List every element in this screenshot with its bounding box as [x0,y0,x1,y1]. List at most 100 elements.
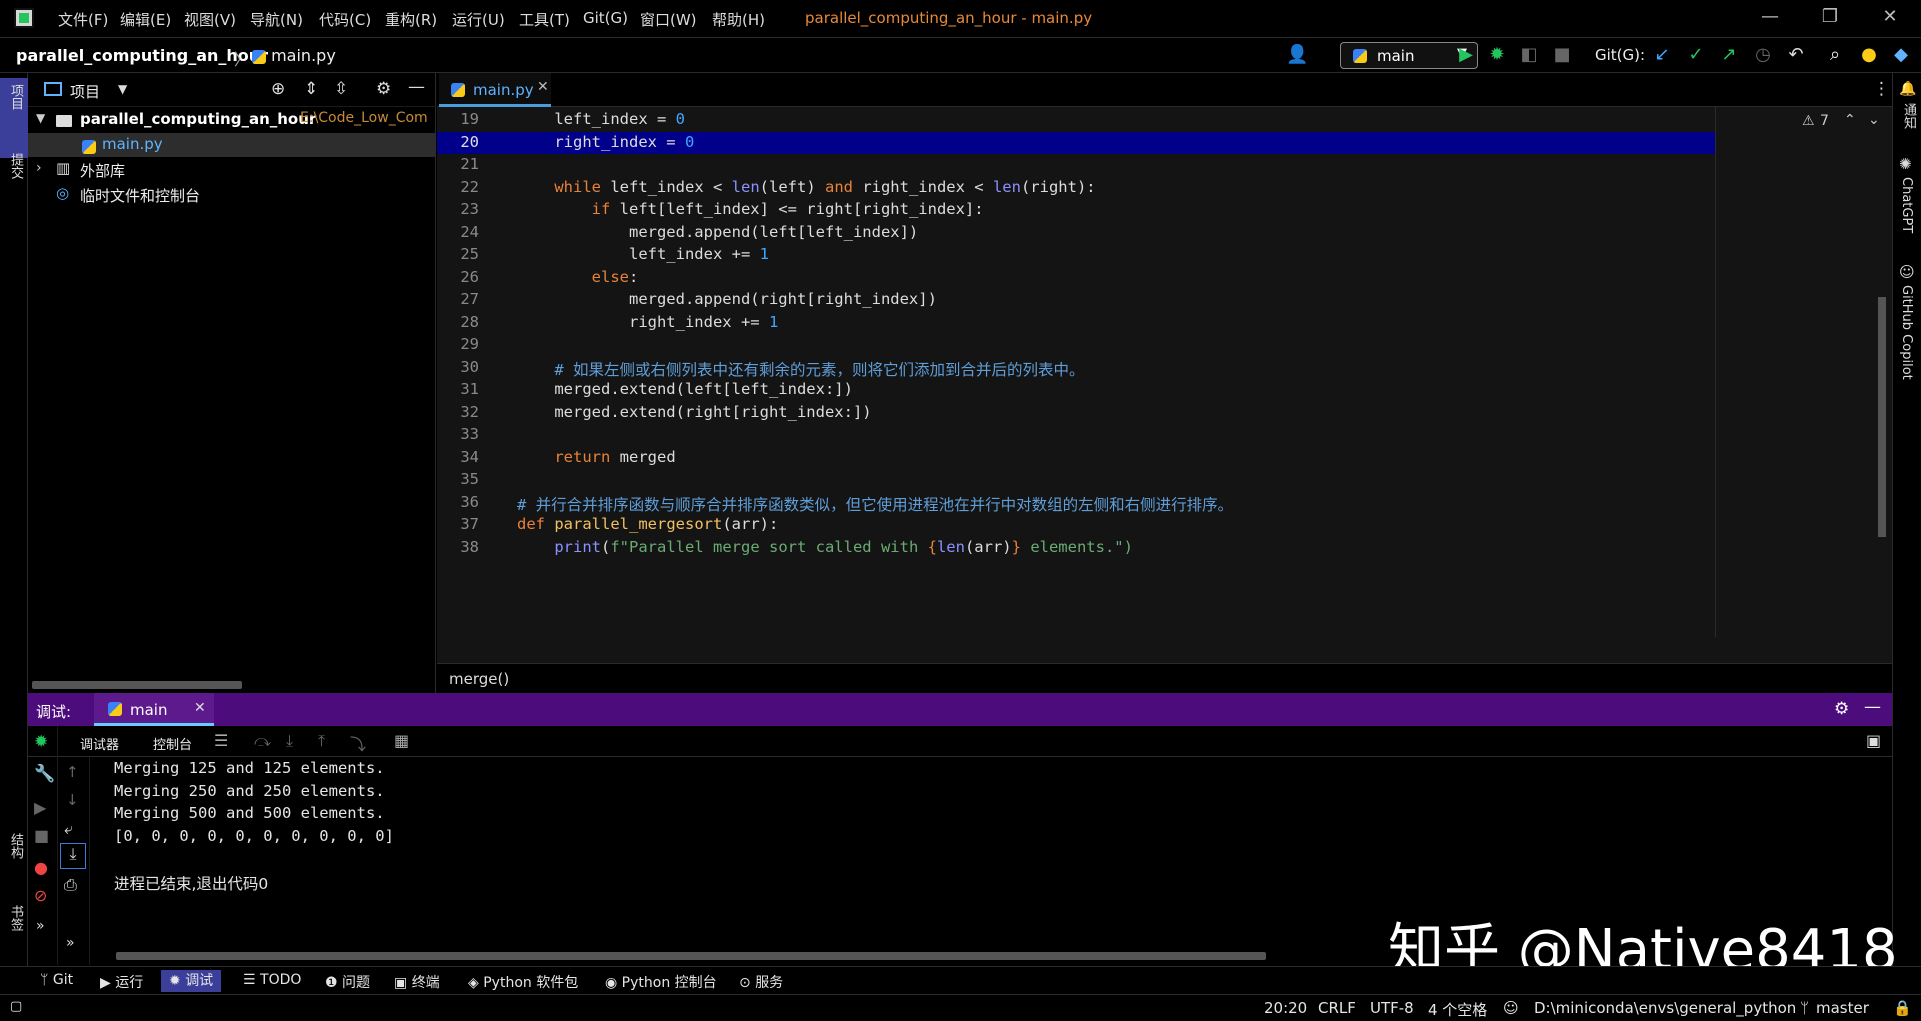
git-update-icon[interactable]: ↙ [1651,44,1673,66]
tab-console[interactable]: 控制台 [153,734,192,753]
line-number[interactable]: 34 [437,448,479,466]
status-indent[interactable]: 4 个空格 [1428,999,1487,1020]
copilot-status-icon[interactable]: ☺ [1503,999,1519,1017]
tool-debug[interactable]: ✹ 调试 [161,970,222,992]
code-text[interactable]: def parallel_mergesort(arr): [517,515,778,533]
chevron-down-icon[interactable]: ▼ [118,82,127,96]
tool-problems[interactable]: ❶ 问题 [325,972,370,992]
code-text[interactable]: # 如果左侧或右侧列表中还有剩余的元素，则将它们添加到合并后的列表中。 [517,358,1084,380]
code-line[interactable]: 26 else: [437,267,1715,290]
user-icon[interactable]: 👤 [1286,44,1308,66]
evaluate-icon[interactable]: ▦ [394,731,409,750]
history-icon[interactable]: ◷ [1752,44,1774,66]
minimize-icon[interactable]: — [1755,6,1785,27]
tool-todo[interactable]: ☰ TODO [243,972,301,988]
project-scrollbar[interactable] [32,681,242,689]
toggle-panels-icon[interactable]: ▢ [10,999,22,1014]
menu-window[interactable]: 窗口(W) [640,9,697,30]
hide-panel-icon[interactable]: — [408,77,425,97]
editor-breadcrumb[interactable]: merge() [437,663,1892,693]
menu-icon[interactable]: ☰ [214,731,228,750]
code-text[interactable]: right_index += 1 [517,313,778,331]
code-text[interactable]: merged.append(left[left_index]) [517,223,918,241]
status-branch[interactable]: master [1816,999,1869,1017]
code-line[interactable]: 24 merged.append(left[left_index]) [437,222,1715,245]
project-tool-button[interactable]: 项目 [0,78,28,158]
status-line-separator[interactable]: CRLF [1318,999,1356,1017]
tool-services[interactable]: ⊙ 服务 [739,972,783,992]
tree-item-scratches[interactable]: ◎ 临时文件和控制台 [28,183,436,207]
tool-terminal[interactable]: ▣ 终端 [394,972,440,992]
code-line[interactable]: 19 left_index = 0 [437,109,1715,132]
tab-debugger[interactable]: 调试器 [80,734,119,753]
menu-refactor[interactable]: 重构(R) [385,9,437,30]
tab-main-py[interactable]: main.py ✕ [439,73,551,107]
tree-item-external-libs[interactable]: › ▥ 外部库 [28,158,436,182]
line-number[interactable]: 32 [437,403,479,421]
line-number[interactable]: 38 [437,538,479,556]
code-line[interactable]: 21 [437,154,1715,177]
status-position[interactable]: 20:20 [1264,999,1307,1017]
chevron-down-icon[interactable]: ▼ [36,111,45,125]
plugin-icon[interactable]: ◆ [1890,44,1912,66]
debug-session-tab[interactable]: main ✕ [94,693,214,726]
code-text[interactable]: if left[left_index] <= right[right_index… [517,200,984,218]
breadcrumb-project[interactable]: parallel_computing_an_hour [16,46,268,65]
menu-tools[interactable]: 工具(T) [519,9,570,30]
code-line[interactable]: 20 right_index = 0 [437,131,1715,154]
code-line[interactable]: 38 print(f"Parallel merge sort called wi… [437,537,1715,560]
more-options-icon[interactable]: ⋮ [1873,79,1890,99]
chatgpt-tool-button[interactable]: ChatGPT [1899,177,1914,233]
line-number[interactable]: 37 [437,515,479,533]
coverage-icon[interactable]: ◧ [1518,44,1540,66]
menu-help[interactable]: 帮助(H) [712,9,765,30]
line-number[interactable]: 31 [437,380,479,398]
code-text[interactable]: merged.extend(right[right_index:]) [517,403,871,421]
chevron-right-icon[interactable]: › [36,160,42,176]
code-area[interactable]: 19 left_index = 0 20 right_index = 0 21 22 … [437,107,1715,663]
code-line[interactable]: 32 merged.extend(right[right_index:]) [437,402,1715,425]
console-scrollbar[interactable] [116,952,1266,960]
code-text[interactable]: left_index = 0 [517,110,685,128]
rerun-debug-icon[interactable]: ✹ [34,732,48,752]
code-line[interactable]: 27 merged.append(right[right_index]) [437,289,1715,312]
stop-icon[interactable]: ■ [1551,44,1573,66]
code-line[interactable]: 36 # 并行合并排序函数与顺序合并排序函数类似，但它使用进程池在并行中对数组的左… [437,492,1715,515]
run-to-cursor-icon[interactable]: ⤵ [350,731,366,755]
line-number[interactable]: 35 [437,470,479,488]
gear-icon[interactable]: ⚙ [376,79,391,99]
tool-python-packages[interactable]: ◈ Python 软件包 [468,972,578,992]
tool-python-console[interactable]: ◉ Python 控制台 [605,972,717,992]
tool-git[interactable]: ᛘ Git [40,972,73,988]
line-number[interactable]: 21 [437,155,479,173]
breadcrumb-file[interactable]: main.py [252,46,336,65]
close-tab-icon[interactable]: ✕ [194,700,206,716]
editor-scrollbar[interactable] [1878,297,1886,537]
code-text[interactable]: left_index += 1 [517,245,769,263]
line-number[interactable]: 26 [437,268,479,286]
project-panel-title[interactable]: 项目 [70,81,100,102]
tree-item-main-py[interactable]: main.py [28,133,436,157]
code-text[interactable]: merged.append(right[right_index]) [517,290,937,308]
step-into-icon[interactable]: ⤓ [286,731,293,751]
code-line[interactable]: 28 right_index += 1 [437,312,1715,335]
expand-all-icon[interactable]: ⇕ [304,79,318,99]
update-icon[interactable]: ● [1858,44,1880,66]
notifications-tool-button[interactable]: 通知 [1899,103,1918,129]
run-icon[interactable]: ▶ [1455,44,1477,66]
gear-icon[interactable]: ⚙ [1834,699,1849,719]
line-number[interactable]: 20 [437,133,479,151]
menu-code[interactable]: 代码(C) [319,9,371,30]
menu-view[interactable]: 视图(V) [184,9,236,30]
layout-icon[interactable]: ▣ [1866,731,1881,750]
code-line[interactable]: 23 if left[left_index] <= right[right_in… [437,199,1715,222]
search-icon[interactable]: ⌕ [1824,44,1846,66]
menu-git[interactable]: Git(G) [583,9,628,27]
step-over-icon[interactable]: ⤼ [254,731,271,751]
bookmarks-tool-button[interactable]: 书签 [6,905,25,931]
close-icon[interactable]: ✕ [1875,6,1905,27]
code-text[interactable]: else: [517,268,639,286]
line-number[interactable]: 28 [437,313,479,331]
code-text[interactable]: print(f"Parallel merge sort called with … [517,538,1133,556]
code-line[interactable]: 35 [437,469,1715,492]
